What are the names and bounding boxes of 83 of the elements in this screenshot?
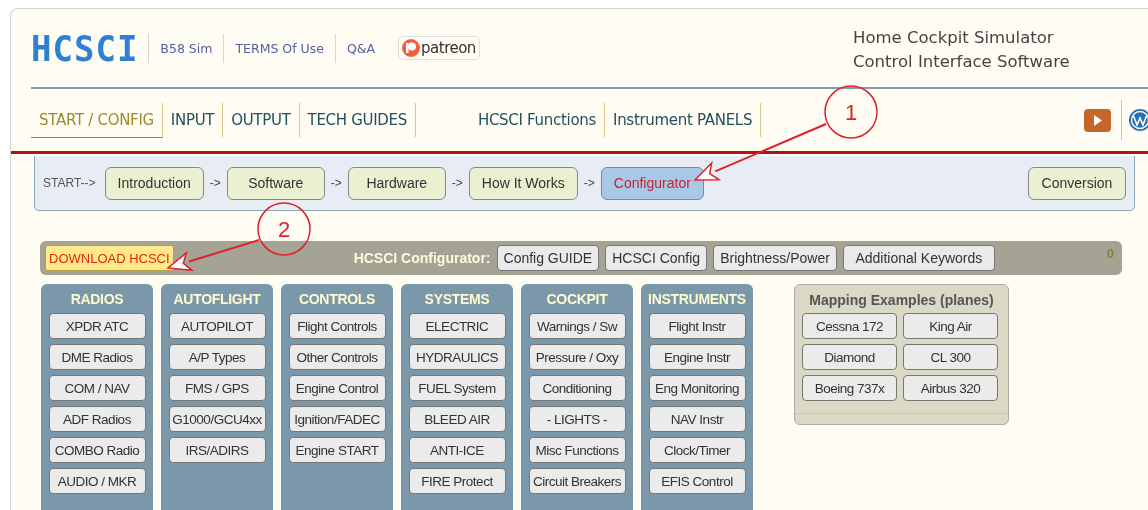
category-button[interactable]: DME Radios <box>48 344 146 370</box>
category-title: SYSTEMS <box>424 290 490 308</box>
category-button[interactable]: Misc Functions <box>528 437 626 463</box>
category-title: CONTROLS <box>298 290 376 308</box>
category-button[interactable]: AUTOPILOT <box>168 313 266 339</box>
logo-icon <box>402 39 421 57</box>
category-button[interactable]: IRS/ADIRS <box>168 437 266 463</box>
category-button[interactable]: ELECTRIC <box>408 313 506 339</box>
callout-number: 1 <box>844 100 858 125</box>
step-button[interactable]: Introduction <box>104 166 204 200</box>
category-button[interactable]: Engine Control <box>288 375 386 401</box>
site-logo[interactable]: HCSCI <box>31 27 149 69</box>
configurator-title: HCSCI Configurator: <box>353 250 491 266</box>
category-button[interactable]: Circuit Breakers <box>528 468 626 494</box>
step-button[interactable]: Hardware <box>347 166 446 200</box>
nav-tab[interactable]: Instrument PANELS <box>605 103 762 137</box>
category-button[interactable]: COMBO Radio <box>48 437 146 463</box>
category-button[interactable]: FMS / GPS <box>168 375 266 401</box>
category-button[interactable]: AUDIO / MKR <box>48 468 146 494</box>
category-button[interactable]: Engine START <box>288 437 386 463</box>
header-link[interactable]: Q&A <box>334 33 387 63</box>
example-button[interactable]: CL 300 <box>903 344 998 370</box>
step-button[interactable]: Software <box>226 166 325 200</box>
sponsor-badge[interactable]: patreon <box>398 36 480 60</box>
category-button[interactable]: Ignition/FADEC <box>288 406 386 432</box>
category-button[interactable]: FUEL System <box>408 375 506 401</box>
category-button[interactable]: Warnings / Sw <box>528 313 626 339</box>
callout-circle <box>824 85 878 139</box>
callout-circle <box>257 202 311 256</box>
category-title: AUTOFLIGHT <box>173 290 261 308</box>
header-link[interactable]: TERMS Of Use <box>223 33 335 63</box>
category-title: RADIOS <box>70 290 124 308</box>
example-button[interactable]: Airbus 320 <box>903 375 998 401</box>
count-label: 0 <box>1106 245 1115 261</box>
config-button[interactable]: Config GUIDE <box>496 245 600 271</box>
download-button[interactable]: DOWNLOAD HCSCI <box>45 245 174 271</box>
category-button[interactable]: Flight Controls <box>288 313 386 339</box>
category-button[interactable]: G1000/GCU4xx <box>168 406 266 432</box>
separator-arrow: -> <box>583 176 595 190</box>
separator-arrow: -> <box>209 176 221 190</box>
category-button[interactable]: Engine Instr <box>648 344 746 370</box>
mapping-title: Mapping Examples (planes) <box>808 291 995 310</box>
category-button[interactable]: Eng Monitoring <box>648 375 746 401</box>
category-title: INSTRUMENTS <box>648 290 746 308</box>
category-button[interactable]: Conditioning <box>528 375 626 401</box>
category-button[interactable]: COM / NAV <box>48 375 146 401</box>
example-button[interactable]: Boeing 737x <box>802 375 897 401</box>
category-button[interactable]: EFIS Control <box>648 468 746 494</box>
category-title: COCKPIT <box>546 290 608 308</box>
example-button[interactable]: Diamond <box>802 344 897 370</box>
category-button[interactable]: Clock/Timer <box>648 437 746 463</box>
example-button[interactable]: Cessna 172 <box>802 313 897 339</box>
category-button[interactable]: Other Controls <box>288 344 386 370</box>
category-button[interactable]: FIRE Protect <box>408 468 506 494</box>
category-button[interactable]: A/P Types <box>168 344 266 370</box>
config-button[interactable]: HCSCI Config <box>605 245 708 271</box>
category-button[interactable]: ANTI-ICE <box>408 437 506 463</box>
callout-number: 2 <box>277 217 291 242</box>
tagline-text: Home Cockpit Simulator <box>853 27 1055 49</box>
category-button[interactable]: HYDRAULICS <box>408 344 506 370</box>
separator-arrow: -> <box>451 176 463 190</box>
nav-tab[interactable]: INPUT <box>162 103 224 137</box>
header-link[interactable]: B58 Sim <box>148 33 224 63</box>
category-button[interactable]: NAV Instr <box>648 406 746 432</box>
category-button[interactable]: ADF Radios <box>48 406 146 432</box>
conversion-button[interactable]: Conversion <box>1028 166 1126 200</box>
example-button[interactable]: King Air <box>903 313 998 339</box>
config-button[interactable]: Additional Keywords <box>842 245 995 271</box>
step-button[interactable]: How It Works <box>468 166 578 200</box>
separator-arrow: -> <box>330 176 342 190</box>
category-button[interactable]: - LIGHTS - <box>528 406 626 432</box>
tagline-text: Control Interface Software <box>853 51 1071 73</box>
category-button[interactable]: Pressure / Oxy <box>528 344 626 370</box>
category-button[interactable]: BLEED AIR <box>408 406 506 432</box>
category-button[interactable]: Flight Instr <box>648 313 746 339</box>
play-icon[interactable] <box>1084 108 1111 132</box>
nav-tab[interactable]: HCSCI Functions <box>469 103 606 137</box>
nav-tab[interactable]: OUTPUT <box>223 103 300 137</box>
start-label: START--> <box>43 176 96 190</box>
circle-logo-icon[interactable] <box>1121 100 1148 140</box>
nav-tab[interactable]: TECH GUIDES <box>299 103 416 137</box>
config-button[interactable]: Brightness/Power <box>713 245 837 271</box>
category-button[interactable]: XPDR ATC <box>48 313 146 339</box>
